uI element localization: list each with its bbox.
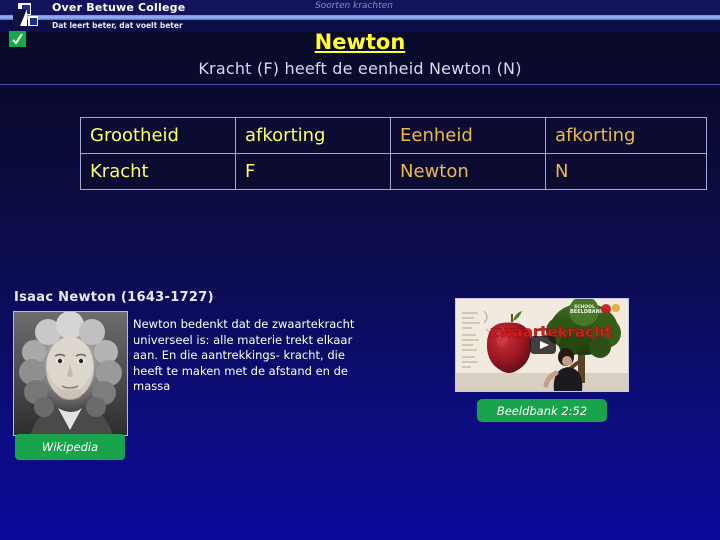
wikipedia-link-button[interactable]: Wikipedia — [15, 434, 125, 460]
newton-heading: Isaac Newton (1643-1727) — [14, 290, 214, 305]
table-cell: Newton — [390, 153, 546, 190]
video-caption-button[interactable]: Beeldbank 2:52 — [477, 399, 607, 422]
newton-portrait-image — [13, 311, 128, 436]
presentation-slide: Over Betuwe College Dat leert beter, dat… — [0, 0, 720, 540]
newton-body-text: Newton bedenkt dat de zwaartekracht univ… — [133, 317, 355, 393]
table-cell: N — [545, 153, 707, 190]
header-divider — [0, 84, 720, 85]
svg-text:BEELDBANK: BEELDBANK — [570, 309, 605, 315]
table-header-cell: Eenheid — [390, 117, 546, 154]
page-title: Newton — [314, 30, 406, 54]
table-header-cell: Grootheid — [80, 117, 236, 154]
table-cell: F — [235, 153, 391, 190]
topic-label: Soorten krachten — [315, 1, 393, 11]
table-header-row: Grootheid afkorting Eenheid afkorting — [80, 117, 707, 154]
school-name: Over Betuwe College — [52, 1, 186, 14]
table-header-cell: afkorting — [235, 117, 391, 154]
video-thumbnail[interactable]: zwaartekracht SCHOOL BEELDBANK — [455, 298, 629, 392]
slide-header: Over Betuwe College Dat leert beter, dat… — [0, 0, 720, 32]
table-cell: Kracht — [80, 153, 236, 190]
table-header-cell: afkorting — [545, 117, 707, 154]
page-subtitle: Kracht (F) heeft de eenheid Newton (N) — [198, 59, 522, 78]
school-tagline: Dat leert beter, dat voelt beter — [52, 21, 183, 30]
quantity-unit-table: Grootheid afkorting Eenheid afkorting Kr… — [80, 117, 707, 190]
table-row: Kracht F Newton N — [80, 153, 707, 190]
